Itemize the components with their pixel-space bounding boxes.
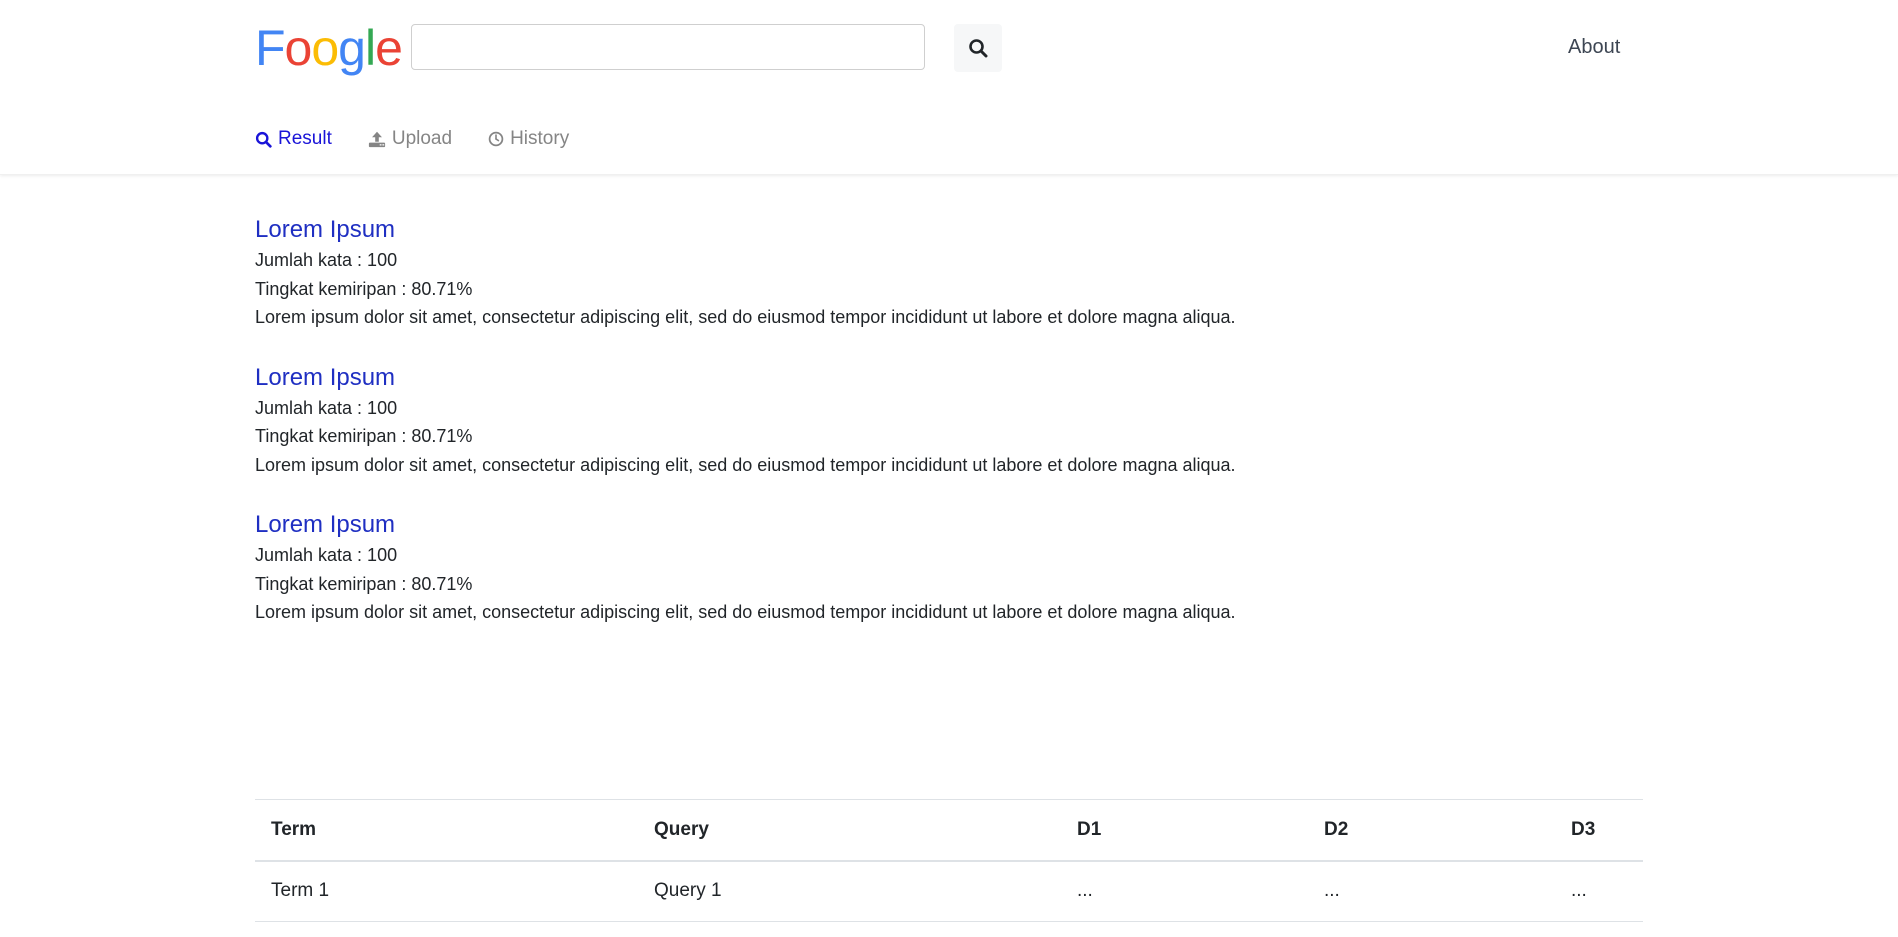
table-cell-d1: ... xyxy=(1077,880,1093,902)
result-item: Lorem Ipsum Jumlah kata : 100 Tingkat ke… xyxy=(255,214,1245,332)
result-similarity: Tingkat kemiripan : 80.71% xyxy=(255,573,473,594)
search-icon xyxy=(255,131,272,148)
tab-result[interactable]: Result xyxy=(255,128,332,150)
column-header-query: Query xyxy=(654,818,709,840)
table-cell-query: Query 1 xyxy=(654,880,722,902)
header: Foogle About Result Upload History xyxy=(0,0,1898,175)
search-input[interactable] xyxy=(411,24,925,70)
result-title-link[interactable]: Lorem Ipsum xyxy=(255,214,1245,246)
tab-history[interactable]: History xyxy=(488,128,569,150)
table-cell-d3: ... xyxy=(1571,880,1587,902)
result-item: Lorem Ipsum Jumlah kata : 100 Tingkat ke… xyxy=(255,509,1245,627)
logo-letter: e xyxy=(375,20,403,76)
nav-tabs: Result Upload History xyxy=(255,128,569,150)
result-similarity: Tingkat kemiripan : 80.71% xyxy=(255,426,473,446)
tab-label: Result xyxy=(278,128,332,149)
result-word-count: Jumlah kata : 100 xyxy=(255,397,398,418)
results-list: Lorem Ipsum Jumlah kata : 100 Tingkat ke… xyxy=(255,214,1245,657)
logo-letter: o xyxy=(284,20,313,76)
column-header-term: Term xyxy=(271,818,317,840)
search-button[interactable] xyxy=(954,24,1002,72)
column-header-d2: D2 xyxy=(1324,818,1349,840)
result-title-link[interactable]: Lorem Ipsum xyxy=(255,362,1245,394)
upload-icon xyxy=(368,131,385,148)
result-item: Lorem Ipsum Jumlah kata : 100 Tingkat ke… xyxy=(255,362,1245,480)
result-similarity: Tingkat kemiripan : 80.71% xyxy=(255,278,473,299)
result-word-count: Jumlah kata : 100 xyxy=(255,545,398,565)
logo[interactable]: Foogle xyxy=(255,18,403,78)
tab-label: Upload xyxy=(391,128,453,149)
column-header-d1: D1 xyxy=(1077,818,1102,840)
about-link[interactable]: About xyxy=(1568,36,1620,59)
logo-letter: g xyxy=(338,20,366,76)
tab-label: History xyxy=(510,128,570,149)
clock-icon xyxy=(488,131,504,147)
logo-letter: F xyxy=(255,20,286,76)
result-word-count: Jumlah kata : 100 xyxy=(255,250,398,270)
result-title-link[interactable]: Lorem Ipsum xyxy=(255,509,1245,541)
term-table: Term Query D1 D2 D3 Term 1 Query 1 ... .… xyxy=(255,799,1643,922)
term-table-grid: Term Query D1 D2 D3 Term 1 Query 1 ... .… xyxy=(255,799,1643,922)
tab-upload[interactable]: Upload xyxy=(368,128,452,150)
logo-letter: l xyxy=(364,20,376,76)
table-cell-term: Term 1 xyxy=(271,880,330,902)
result-description: Lorem ipsum dolor sit amet, consectetur … xyxy=(255,454,1236,475)
search-icon xyxy=(969,39,988,58)
table-header-row: Term Query D1 D2 D3 xyxy=(255,799,1643,861)
table-row: Term 1 Query 1 ... ... ... xyxy=(255,861,1643,922)
logo-letter: o xyxy=(311,20,339,76)
result-description: Lorem ipsum dolor sit amet, consectetur … xyxy=(255,602,1236,622)
column-header-d3: D3 xyxy=(1571,818,1596,840)
result-description: Lorem ipsum dolor sit amet, consectetur … xyxy=(255,307,1236,327)
table-cell-d2: ... xyxy=(1324,880,1340,902)
